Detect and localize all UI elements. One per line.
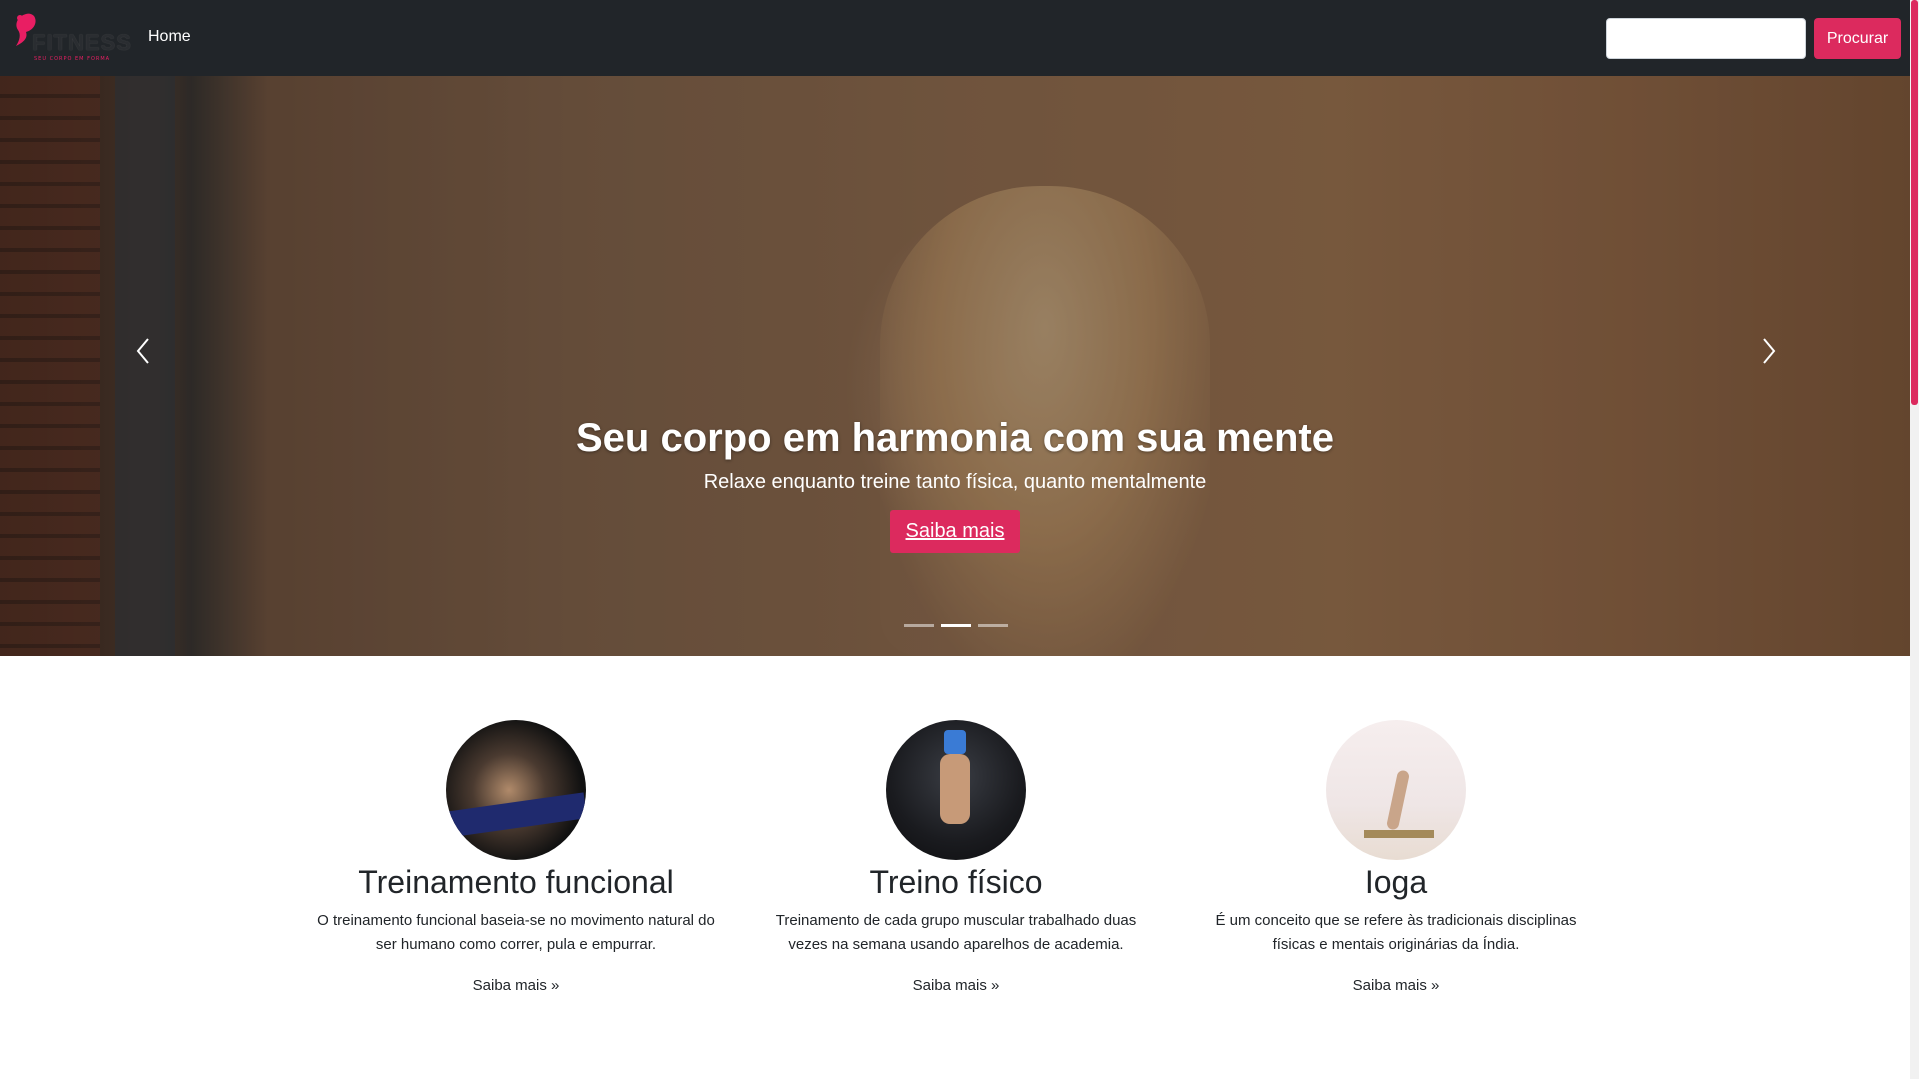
logo-text: FITNESS: [32, 30, 132, 55]
feature-physical-training-image: [886, 720, 1026, 860]
feature-more-link[interactable]: Saiba mais »: [473, 977, 560, 994]
carousel-cta-button[interactable]: Saiba mais: [889, 510, 1021, 553]
feature-functional-training-image: [446, 720, 586, 860]
feature-functional-training: Treinamento funcional O treinamento func…: [316, 720, 716, 994]
carousel-prev-button[interactable]: [124, 326, 164, 376]
hero-carousel: Seu corpo em harmonia com sua mente Rela…: [0, 76, 1910, 656]
carousel-indicator-active[interactable]: [941, 624, 971, 627]
feature-description: É um conceito que se refere às tradicion…: [1215, 912, 1577, 953]
feature-yoga: Ioga É um conceito que se refere às trad…: [1196, 720, 1596, 994]
carousel-next-button[interactable]: [1748, 326, 1788, 376]
feature-title: Treino físico: [869, 864, 1043, 900]
feature-more-link[interactable]: Saiba mais »: [913, 977, 1000, 994]
scrollbar-thumb[interactable]: [1911, 0, 1918, 405]
logo-tagline: SEU CORPO EM FORMA: [34, 56, 111, 62]
carousel-subtitle: Relaxe enquanto treine tanto física, qua…: [703, 471, 1207, 493]
feature-title: Treinamento funcional: [358, 864, 674, 900]
chevron-right-icon: [1763, 338, 1776, 364]
carousel-caption: Seu corpo em harmonia com sua mente Rela…: [0, 416, 1910, 553]
feature-title: Ioga: [1364, 864, 1428, 900]
feature-description: Treinamento de cada grupo muscular traba…: [775, 912, 1137, 953]
feature-more-link[interactable]: Saiba mais »: [1353, 977, 1440, 994]
navbar: FITNESS SEU CORPO EM FORMA Home Procurar: [0, 0, 1919, 76]
hero-overlay: [0, 76, 1910, 656]
carousel-title: Seu corpo em harmonia com sua mente: [576, 416, 1334, 460]
carousel-indicator[interactable]: [978, 624, 1008, 627]
search-button[interactable]: Procurar: [1814, 18, 1901, 59]
feature-yoga-image: [1326, 720, 1466, 860]
chevron-left-icon: [136, 338, 149, 364]
carousel-indicators: [904, 624, 1008, 628]
feature-description: O treinamento funcional baseia-se no mov…: [317, 912, 715, 953]
search-input[interactable]: [1606, 18, 1806, 59]
feature-physical-training: Treino físico Treinamento de cada grupo …: [756, 720, 1156, 994]
fitness-logo[interactable]: FITNESS SEU CORPO EM FORMA: [12, 12, 131, 64]
carousel-indicator[interactable]: [904, 624, 934, 627]
nav-home-link[interactable]: Home: [148, 28, 191, 46]
